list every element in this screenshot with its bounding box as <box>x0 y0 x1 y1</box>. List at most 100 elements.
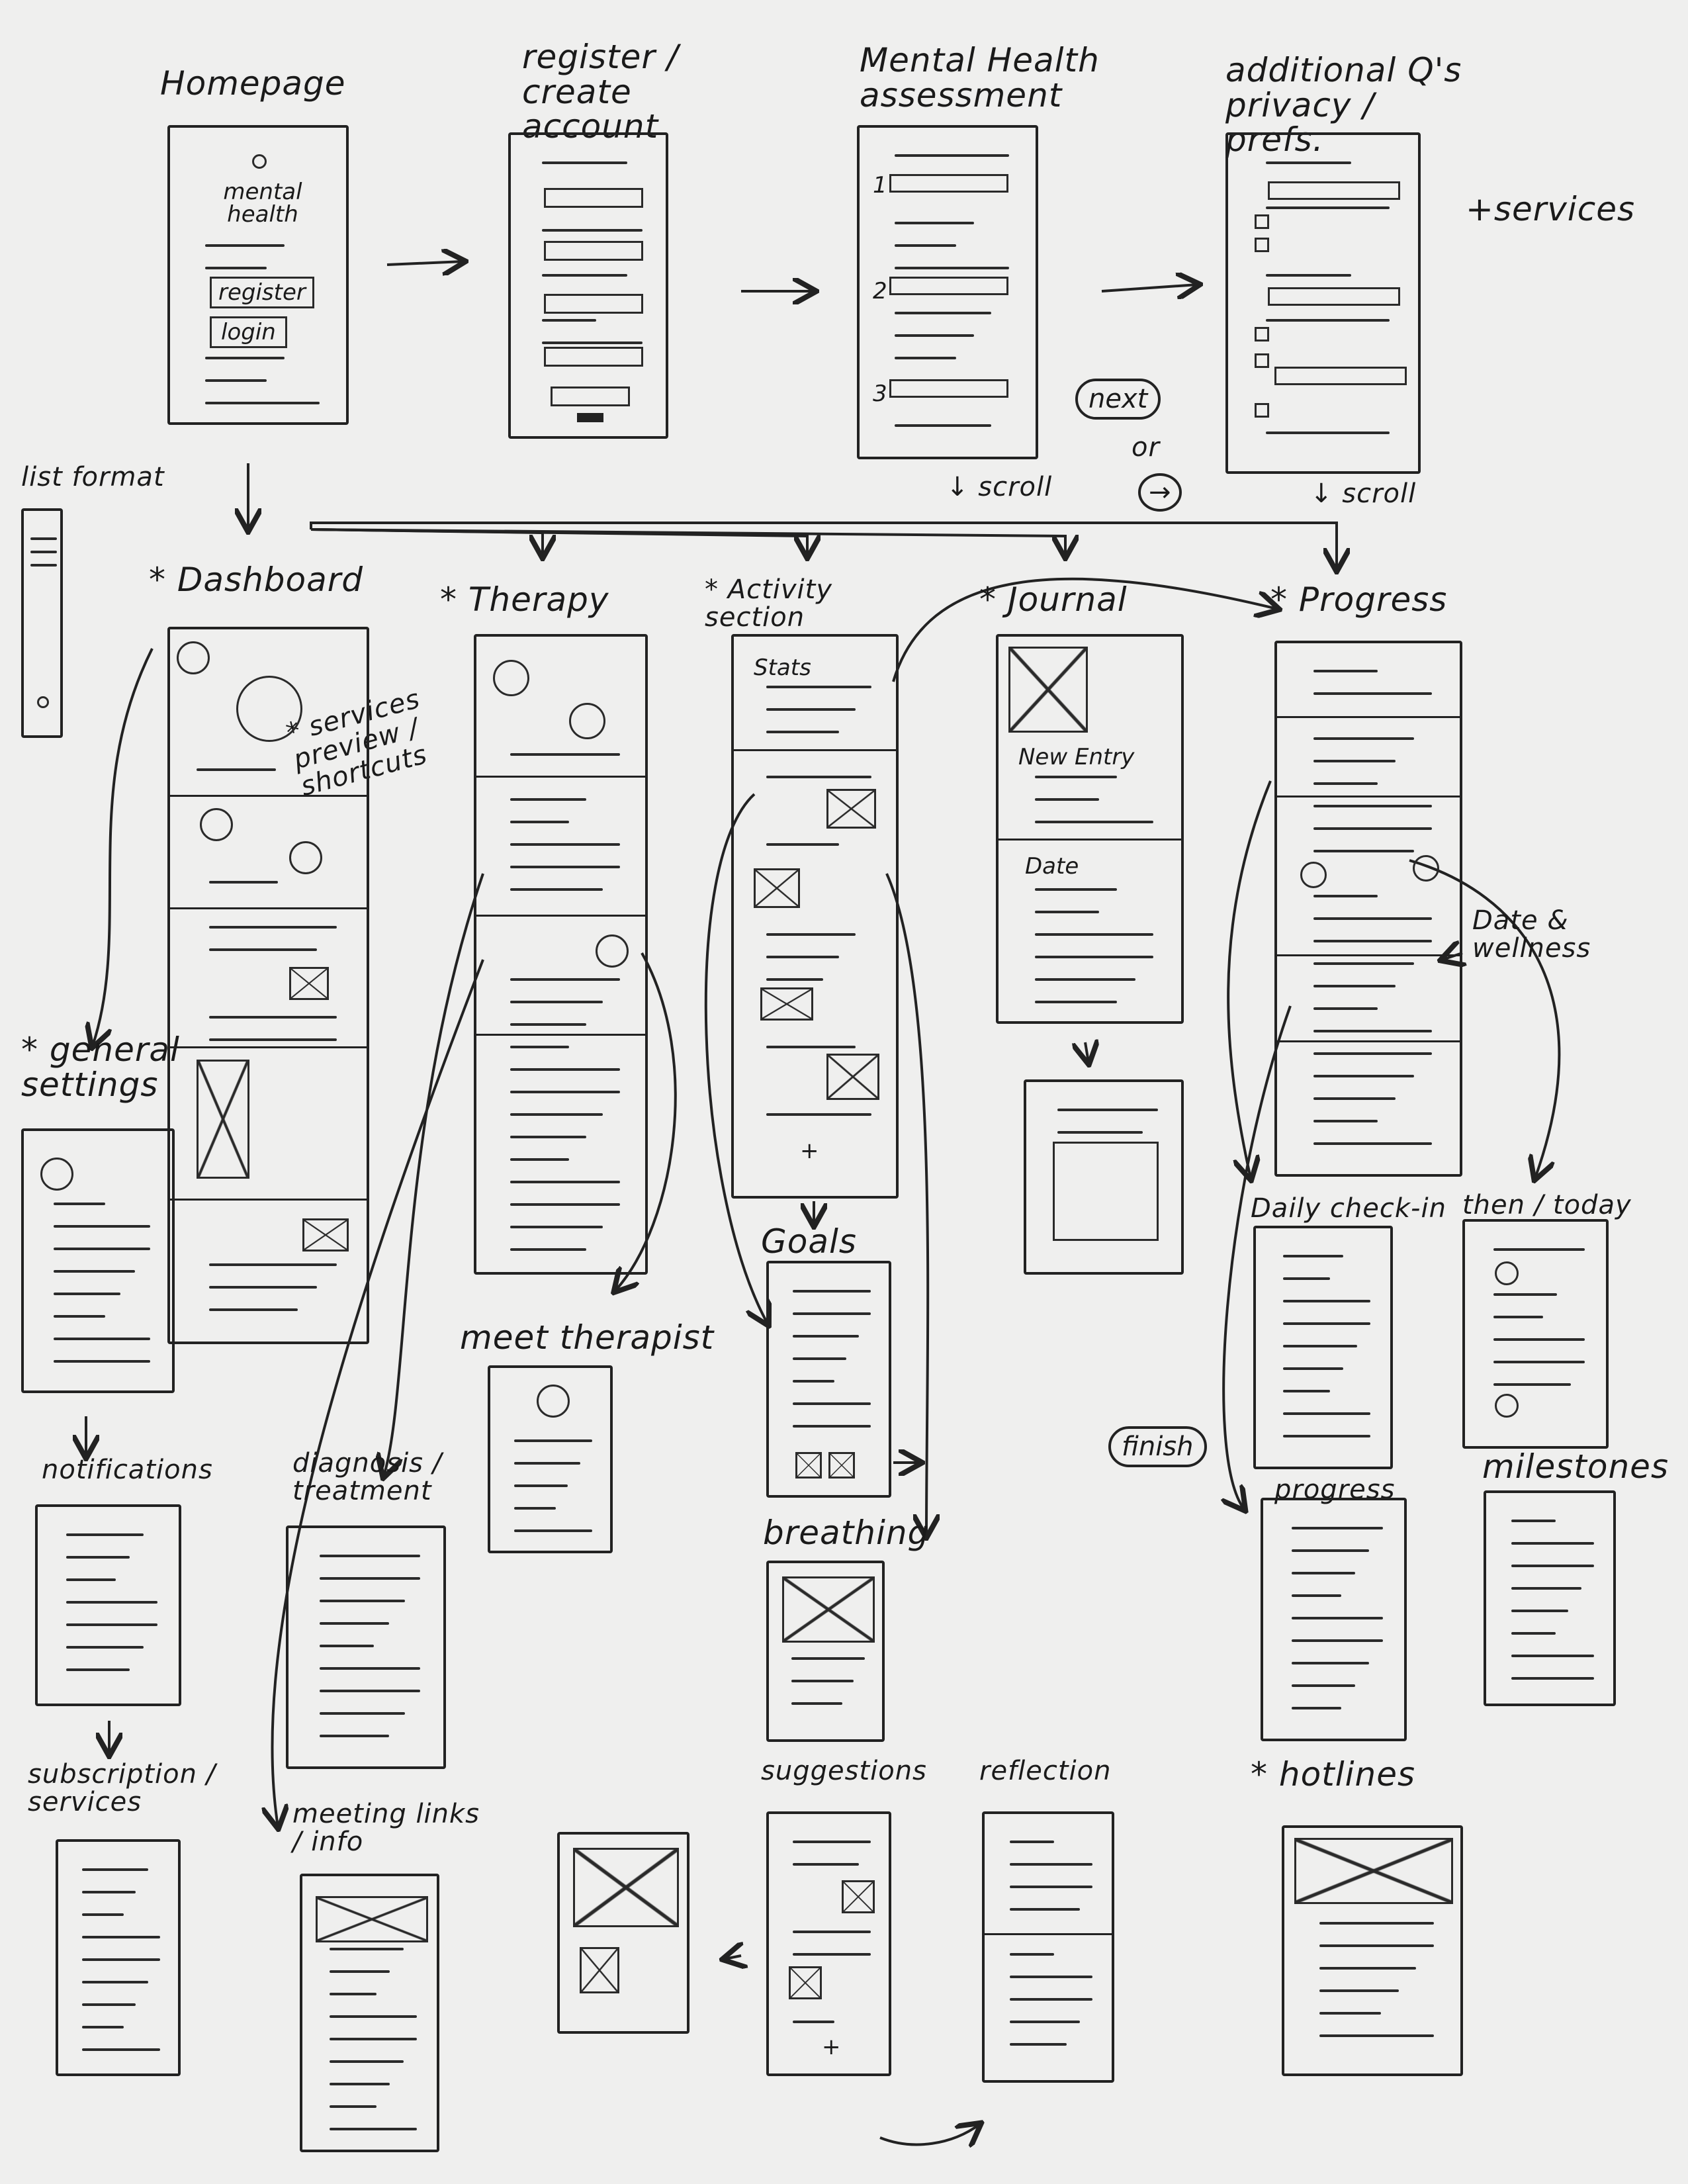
placeholder-text-line <box>1266 319 1390 322</box>
divider <box>197 768 276 771</box>
meet-therapist-screen <box>488 1365 613 1553</box>
placeholder-text-line <box>1010 1886 1092 1888</box>
add-button[interactable]: + <box>822 2036 841 2058</box>
date-label: Date <box>1025 853 1079 880</box>
placeholder-text-line <box>766 731 839 733</box>
placeholder-text-line <box>1266 206 1390 209</box>
settings-icon[interactable] <box>37 696 49 708</box>
image-placeholder <box>302 1218 349 1251</box>
avatar <box>1300 862 1327 888</box>
placeholder-text-line <box>510 1023 586 1026</box>
placeholder-text-line <box>1292 1594 1341 1597</box>
placeholder-text-line <box>1035 776 1117 778</box>
or-text: or <box>1132 432 1160 463</box>
placeholder-text-line <box>1283 1322 1370 1325</box>
register-button[interactable]: register <box>210 277 314 308</box>
placeholder-text-line <box>54 1360 150 1363</box>
avatar <box>1413 855 1439 882</box>
placeholder-text-line <box>1313 895 1378 897</box>
placeholder-text-line <box>330 2038 417 2040</box>
therapy-screen <box>474 634 648 1275</box>
placeholder-text-line <box>1319 1967 1416 1970</box>
entry-box[interactable] <box>1053 1142 1159 1241</box>
form-field[interactable] <box>544 241 643 261</box>
placeholder-text-line <box>1313 782 1378 785</box>
next-button[interactable]: next <box>1075 379 1161 420</box>
search-icon[interactable] <box>596 934 629 968</box>
divider <box>999 839 1181 841</box>
question-number: 3 <box>873 381 887 407</box>
label-assessment: Mental Health assessment <box>860 41 1100 114</box>
label-hotlines: * hotlines <box>1251 1755 1416 1794</box>
placeholder-text-line <box>66 1601 157 1604</box>
goals-screen <box>766 1261 891 1498</box>
placeholder-text-line <box>205 267 267 269</box>
placeholder-text-line <box>1511 1520 1556 1522</box>
checkbox[interactable] <box>1255 214 1269 229</box>
question-number: 1 <box>873 172 887 199</box>
question-number: 2 <box>873 278 887 304</box>
checkbox[interactable] <box>1255 353 1269 368</box>
next-arrow-button[interactable]: → <box>1138 473 1182 512</box>
checkbox[interactable] <box>1255 238 1269 252</box>
placeholder-text-line <box>1313 1007 1378 1010</box>
placeholder-text-line <box>209 1308 298 1311</box>
placeholder-text-line <box>791 1680 854 1682</box>
placeholder-text-line <box>330 2060 404 2063</box>
placeholder-text-line <box>1266 432 1390 434</box>
login-button[interactable]: login <box>210 316 287 348</box>
question-bar <box>889 379 1008 398</box>
placeholder-text-line <box>1313 1052 1432 1055</box>
then-today-screen <box>1462 1219 1609 1449</box>
placeholder-text-line <box>766 776 871 778</box>
menu-icon[interactable] <box>177 641 210 674</box>
divider <box>170 795 367 797</box>
checkbox[interactable] <box>1255 327 1269 341</box>
placeholder-text-line <box>895 357 956 359</box>
placeholder-text-line <box>1035 911 1099 913</box>
placeholder-text-line <box>1313 962 1414 965</box>
placeholder-text-line <box>1313 692 1432 695</box>
placeholder-text-line <box>793 1425 871 1428</box>
divider <box>170 907 367 909</box>
placeholder-text-line <box>793 1380 834 1383</box>
logo-icon <box>252 154 267 169</box>
services-note: +services <box>1466 190 1636 228</box>
submit-button[interactable] <box>577 413 603 422</box>
placeholder-text-line <box>1511 1565 1594 1567</box>
placeholder-text-line <box>1319 1944 1434 1947</box>
avatar <box>40 1158 73 1191</box>
activity-screen: Stats + <box>731 634 899 1199</box>
therapist-icon <box>537 1385 570 1418</box>
placeholder-text-line <box>1493 1383 1571 1386</box>
placeholder-text-line <box>510 888 603 891</box>
form-field[interactable] <box>551 387 630 406</box>
placeholder-text-line <box>510 1226 603 1228</box>
finish-button[interactable]: finish <box>1108 1426 1207 1467</box>
add-button[interactable]: + <box>800 1140 819 1162</box>
form-field[interactable] <box>544 188 643 208</box>
placeholder-text-line <box>54 1203 105 1205</box>
placeholder-text-line <box>82 1891 136 1893</box>
placeholder-text-line <box>1292 1549 1369 1552</box>
form-field[interactable] <box>544 294 643 314</box>
placeholder-text-line <box>895 312 991 314</box>
placeholder-text-line <box>510 1046 569 1048</box>
image-placeholder <box>789 1966 822 1999</box>
new-entry-label[interactable]: New Entry <box>1018 746 1134 768</box>
placeholder-text-line <box>54 1315 105 1318</box>
placeholder-text-line <box>54 1293 120 1295</box>
placeholder-text-line <box>1010 1976 1092 1978</box>
divider <box>1277 1040 1460 1042</box>
placeholder-text-line <box>1035 888 1117 891</box>
checkbox[interactable] <box>1255 403 1269 418</box>
placeholder-text-line <box>766 708 856 711</box>
question-bar <box>1274 367 1407 385</box>
placeholder-text-line <box>1010 2043 1067 2046</box>
placeholder-text-line <box>510 843 620 846</box>
divider <box>476 915 645 917</box>
placeholder-text-line <box>895 334 974 337</box>
form-field[interactable] <box>544 347 643 367</box>
placeholder-text-line <box>793 1357 846 1360</box>
general-settings-screen <box>21 1128 175 1393</box>
